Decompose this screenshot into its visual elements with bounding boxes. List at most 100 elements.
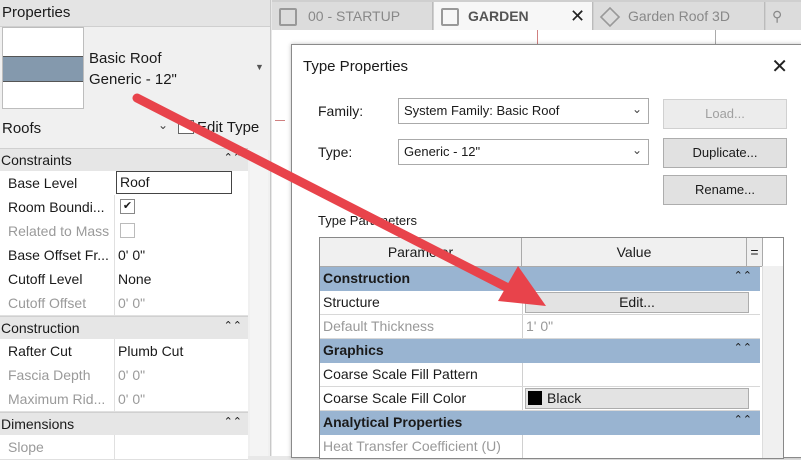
param-value[interactable]: None (118, 271, 151, 287)
close-tab-icon[interactable]: ✕ (570, 6, 585, 27)
family-value: System Family: Basic Roof (404, 103, 560, 118)
duplicate-button[interactable]: Duplicate... (663, 138, 787, 168)
tab-garden[interactable]: GARDEN ✕ (434, 2, 593, 30)
param-value: 0' 0" (118, 367, 146, 383)
tab-label: 00 - STARTUP (308, 8, 401, 24)
row-coarse-pattern[interactable]: Coarse Scale Fill Pattern (320, 363, 760, 387)
row-rafter-cut[interactable]: Rafter Cut Plumb Cut (0, 339, 248, 364)
row-base-level[interactable]: Base Level Roof (0, 171, 248, 196)
row-heat-transfer: Heat Transfer Coefficient (U) (320, 435, 760, 458)
category-filter[interactable]: Roofs (2, 120, 41, 137)
group-graphics[interactable]: Graphics ⌃⌃ (320, 339, 760, 363)
param-value[interactable]: 0' 0" (118, 247, 145, 263)
type-parameters-grid: Parameter Value = Construction ⌃⌃ Structu… (319, 237, 784, 459)
param-value[interactable]: Plumb Cut (118, 343, 183, 359)
row-cutoff-level[interactable]: Cutoff Level None (0, 267, 248, 292)
param-name: Coarse Scale Fill Pattern (323, 366, 478, 382)
properties-title: Properties (2, 4, 71, 21)
chevron-down-icon: ⌄ (631, 102, 642, 116)
location-icon: ⚲ (772, 8, 783, 24)
type-select[interactable]: Generic - 12" ⌄ (398, 139, 649, 165)
dialog-title: Type Properties (303, 58, 409, 75)
param-name: Cutoff Offset (8, 295, 87, 311)
param-name: Cutoff Level (8, 271, 83, 287)
type-selector-name[interactable]: Generic - 12" (89, 71, 177, 88)
chevron-down-icon[interactable]: ⌄ (158, 118, 168, 132)
collapse-icon[interactable]: ⌃⌃ (734, 269, 752, 282)
sheet-icon (279, 8, 297, 26)
group-analytical-properties[interactable]: Analytical Properties ⌃⌃ (320, 411, 760, 435)
view-tabs: 00 - STARTUP GARDEN ✕ Garden Roof 3D ⚲ (272, 0, 801, 30)
type-selector-family[interactable]: Basic Roof (89, 50, 162, 67)
coarse-pattern-field[interactable] (522, 363, 761, 386)
param-name: Related to Mass (8, 223, 110, 239)
group-label: Construction (1, 320, 80, 336)
collapse-icon[interactable]: ⌃⌃ (224, 151, 242, 164)
properties-scrollbar[interactable] (250, 150, 268, 456)
grid-scrollbar[interactable] (762, 266, 783, 458)
group-label: Graphics (323, 342, 384, 358)
group-label: Construction (323, 270, 411, 286)
group-constraints[interactable]: Constraints ⌃⌃ (0, 148, 248, 172)
row-fascia-depth: Fascia Depth 0' 0" (0, 363, 248, 388)
structure-edit-button[interactable]: Edit... (525, 292, 749, 313)
col-value-header[interactable]: Value (522, 238, 747, 267)
row-structure[interactable]: Structure Edit... (320, 291, 760, 315)
type-parameters-label: Type Parameters (318, 213, 417, 228)
edit-type-icon[interactable] (178, 120, 194, 134)
param-name: Coarse Scale Fill Color (323, 390, 467, 406)
param-name: Rafter Cut (8, 343, 72, 359)
close-icon[interactable]: ✕ (771, 54, 788, 79)
row-room-bounding[interactable]: Room Boundi... ✔ (0, 195, 248, 220)
rename-button[interactable]: Rename... (663, 175, 787, 205)
col-eq-header[interactable]: = (747, 238, 763, 267)
row-slope: Slope (0, 435, 248, 460)
param-name: Heat Transfer Coefficient (U) (323, 438, 501, 454)
param-name: Fascia Depth (8, 367, 91, 383)
tab-garden-roof-3d[interactable]: Garden Roof 3D (594, 2, 765, 30)
param-name: Slope (8, 439, 44, 455)
related-to-mass-checkbox (120, 223, 135, 238)
param-value: 1' 0" (526, 318, 554, 334)
floor-plan-icon (441, 8, 459, 26)
type-label: Type: (318, 144, 353, 160)
group-dimensions[interactable]: Dimensions ⌃⌃ (0, 412, 248, 436)
param-value: 0' 0" (118, 295, 146, 311)
family-label: Family: (318, 103, 364, 119)
family-select[interactable]: System Family: Basic Roof ⌄ (398, 98, 649, 124)
col-parameter-header[interactable]: Parameter (320, 238, 522, 267)
type-selector-dropdown-icon[interactable]: ▼ (255, 62, 264, 72)
group-label: Analytical Properties (323, 414, 463, 430)
collapse-icon[interactable]: ⌃⌃ (224, 415, 242, 428)
group-label: Constraints (1, 152, 72, 168)
chevron-down-icon: ⌄ (631, 143, 642, 157)
3d-view-icon (599, 6, 621, 28)
group-construction[interactable]: Construction ⌃⌃ (320, 267, 760, 291)
param-name: Base Level (8, 175, 78, 191)
type-properties-dialog: Type Properties ✕ Family: System Family:… (291, 44, 801, 459)
color-name: Black (547, 390, 582, 406)
group-label: Dimensions (1, 416, 75, 432)
row-maximum-ridge: Maximum Rid... 0' 0" (0, 387, 248, 412)
room-bounding-checkbox[interactable]: ✔ (120, 199, 135, 214)
collapse-icon[interactable]: ⌃⌃ (734, 341, 752, 354)
tab-startup[interactable]: 00 - STARTUP (272, 2, 433, 30)
load-button[interactable]: Load... (663, 99, 787, 129)
collapse-icon[interactable]: ⌃⌃ (734, 413, 752, 426)
edit-type-button[interactable]: Edit Type (197, 119, 259, 136)
base-level-field[interactable]: Roof (120, 174, 150, 190)
roof-type-preview-icon (2, 27, 84, 109)
level-line (275, 120, 285, 121)
color-swatch (528, 391, 542, 405)
type-value: Generic - 12" (404, 144, 481, 159)
row-default-thickness: Default Thickness 1' 0" (320, 315, 760, 339)
row-related-to-mass: Related to Mass (0, 219, 248, 244)
tab-more[interactable]: ⚲ (766, 2, 801, 30)
tab-label: Garden Roof 3D (628, 8, 730, 24)
coarse-color-button[interactable]: Black (525, 388, 749, 409)
row-base-offset[interactable]: Base Offset Fr... 0' 0" (0, 243, 248, 268)
collapse-icon[interactable]: ⌃⌃ (224, 319, 242, 332)
row-cutoff-offset: Cutoff Offset 0' 0" (0, 291, 248, 316)
row-coarse-color[interactable]: Coarse Scale Fill Color Black (320, 387, 760, 411)
group-construction[interactable]: Construction ⌃⌃ (0, 316, 248, 340)
